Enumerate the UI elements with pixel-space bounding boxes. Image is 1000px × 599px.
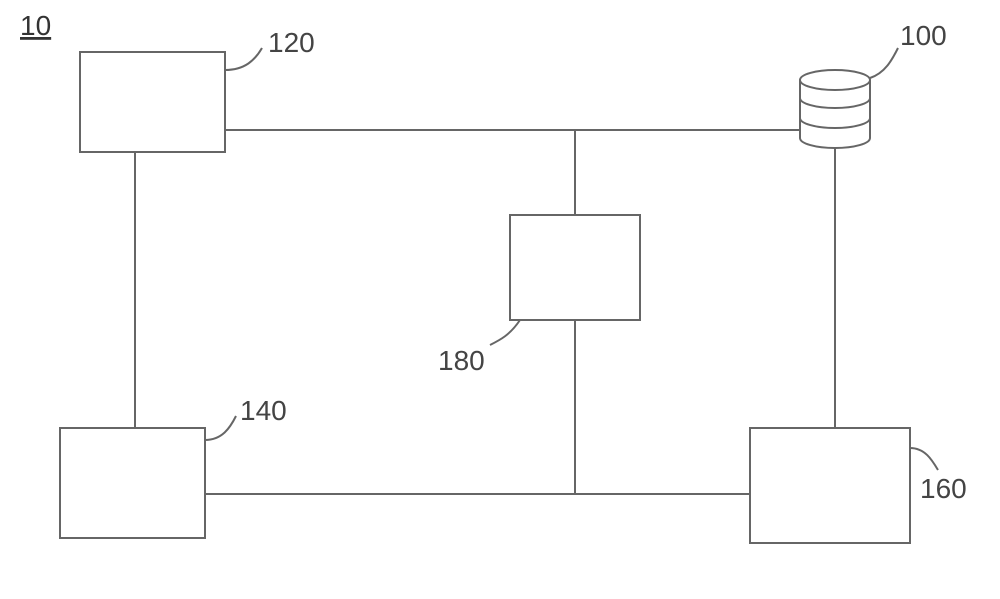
label-120: 120 [268, 27, 315, 58]
label-180: 180 [438, 345, 485, 376]
lead-120 [225, 48, 262, 70]
figure-id: 10 [20, 10, 51, 41]
label-100: 100 [900, 20, 947, 51]
block-120 [80, 52, 225, 152]
label-140: 140 [240, 395, 287, 426]
lead-180 [490, 320, 520, 345]
lead-140 [205, 416, 236, 440]
database-100 [800, 70, 870, 148]
lead-160 [910, 448, 938, 470]
block-180 [510, 215, 640, 320]
block-140 [60, 428, 205, 538]
lead-100 [870, 48, 898, 78]
block-160 [750, 428, 910, 543]
diagram-canvas: 10 120 140 180 160 100 [0, 0, 1000, 599]
label-160: 160 [920, 473, 967, 504]
